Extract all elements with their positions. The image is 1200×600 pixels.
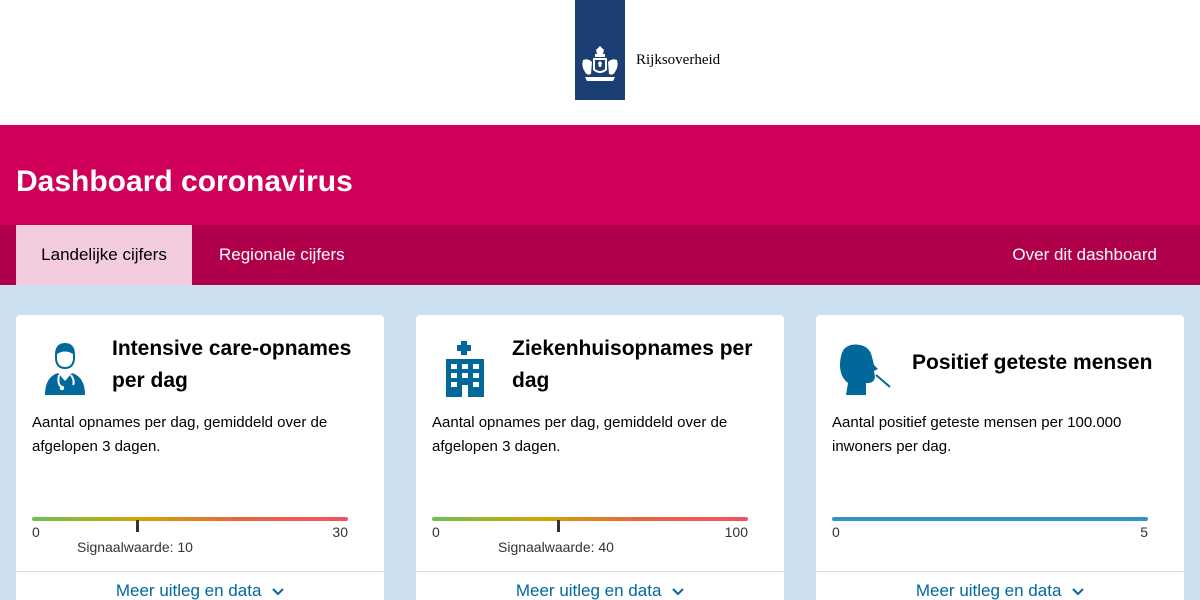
card-title: Positief geteste mensen bbox=[912, 351, 1153, 374]
scale-max-label: 100 bbox=[724, 524, 748, 540]
page-title: Dashboard coronavirus bbox=[16, 165, 353, 198]
signal-marker bbox=[136, 520, 139, 532]
doctor-icon bbox=[45, 343, 85, 395]
signal-scale-bar bbox=[832, 517, 1148, 521]
rijksoverheid-logo[interactable] bbox=[575, 0, 625, 100]
card-title: Intensive care-opnames per dag bbox=[112, 337, 352, 392]
more-info-link[interactable]: Meer uitleg en data bbox=[416, 581, 784, 600]
more-info-link-label: Meer uitleg en data bbox=[515, 581, 662, 600]
hospital-icon bbox=[446, 341, 484, 397]
signal-marker bbox=[557, 520, 560, 532]
tab-landelijke-cijfers[interactable]: Landelijke cijfers bbox=[16, 225, 192, 285]
card-ziekenhuisopnames: Ziekenhuisopnames per dag Aantal opnames… bbox=[416, 315, 784, 600]
scale-max-label: 5 bbox=[1140, 524, 1148, 540]
scale-min-label: 0 bbox=[832, 524, 840, 540]
card-description: Aantal opnames per dag, gemiddeld over d… bbox=[432, 414, 728, 455]
test-swab-icon bbox=[840, 344, 891, 395]
main-content: Intensive care-opnames per dag Aantal op… bbox=[0, 285, 1200, 600]
card-positief-geteste-mensen: Positief geteste mensen Aantal positief … bbox=[816, 315, 1184, 600]
logo-text: Rijksoverheid bbox=[636, 52, 721, 68]
card-description: Aantal opnames per dag, gemiddeld over d… bbox=[32, 414, 328, 455]
card-description: Aantal positief geteste mensen per 100.0… bbox=[832, 414, 1122, 455]
top-bar: Rijksoverheid bbox=[0, 0, 1200, 125]
tab-regionale-cijfers[interactable]: Regionale cijfers bbox=[219, 225, 345, 285]
scale-min-label: 0 bbox=[432, 524, 440, 540]
card-intensive-care: Intensive care-opnames per dag Aantal op… bbox=[16, 315, 384, 600]
chevron-down-icon bbox=[672, 587, 684, 595]
chevron-down-icon bbox=[1072, 587, 1084, 595]
more-info-link-label: Meer uitleg en data bbox=[915, 581, 1062, 600]
tab-over-dit-dashboard[interactable]: Over dit dashboard bbox=[1012, 225, 1157, 285]
hero-banner: Dashboard coronavirus bbox=[0, 125, 1200, 225]
card-divider bbox=[816, 571, 1184, 572]
signal-value-label: Signaalwaarde: 10 bbox=[77, 539, 193, 555]
main-nav: Landelijke cijfers Regionale cijfers Ove… bbox=[0, 225, 1200, 285]
more-info-link-label: Meer uitleg en data bbox=[115, 581, 262, 600]
more-info-link[interactable]: Meer uitleg en data bbox=[816, 581, 1184, 600]
signal-scale-bar bbox=[432, 517, 748, 521]
scale-max-label: 30 bbox=[332, 524, 348, 540]
card-divider bbox=[16, 571, 384, 572]
card-title: Ziekenhuisopnames per dag bbox=[512, 337, 753, 392]
signal-scale-bar bbox=[32, 517, 348, 521]
scale-min-label: 0 bbox=[32, 524, 40, 540]
chevron-down-icon bbox=[272, 587, 284, 595]
more-info-link[interactable]: Meer uitleg en data bbox=[16, 581, 384, 600]
coat-of-arms-icon bbox=[582, 46, 618, 81]
card-divider bbox=[416, 571, 784, 572]
signal-value-label: Signaalwaarde: 40 bbox=[498, 539, 614, 555]
